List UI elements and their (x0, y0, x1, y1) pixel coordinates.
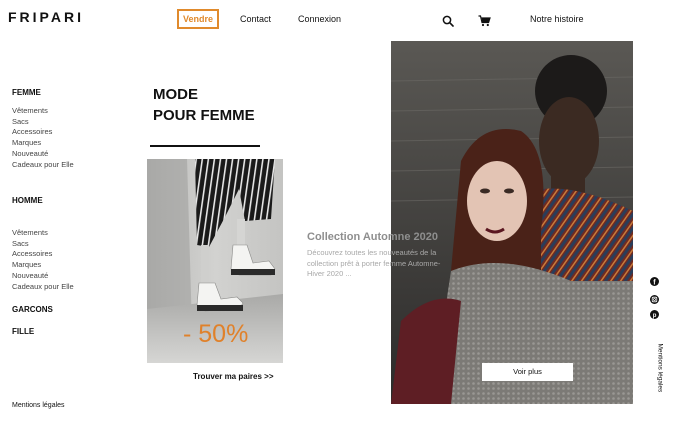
cart-icon[interactable] (478, 14, 491, 27)
nav-vendre-button[interactable]: Vendre (177, 9, 220, 29)
svg-text:f: f (653, 280, 656, 287)
sidebar-item-homme-nouveaute[interactable]: Nouveauté (12, 271, 74, 282)
page-headline: MODE POUR FEMME (153, 84, 255, 126)
headline-line-2: POUR FEMME (153, 107, 255, 124)
sidebar-heading-garcons[interactable]: GARCONS (12, 305, 53, 314)
category-sidebar: FEMME Vêtements Sacs Accessoires Marques… (12, 88, 132, 336)
sidebar-item-femme-sacs[interactable]: Sacs (12, 117, 132, 128)
top-navigation: Vendre Contact Connexion Notre histoire (0, 0, 691, 40)
hero-collection-image (391, 41, 633, 404)
search-icon[interactable] (442, 14, 454, 27)
sidebar-item-homme-cadeaux[interactable]: Cadeaux pour Elle (12, 282, 74, 293)
nav-notre-histoire-link[interactable]: Notre histoire (530, 14, 584, 24)
voir-plus-button[interactable]: Voir plus (482, 363, 573, 381)
nav-connexion-link[interactable]: Connexion (298, 14, 341, 24)
sidebar-item-femme-cadeaux[interactable]: Cadeaux pour Elle (12, 160, 132, 171)
sidebar-item-femme-marques[interactable]: Marques (12, 138, 132, 149)
svg-text:p: p (653, 313, 657, 319)
sidebar-list-femme: Vêtements Sacs Accessoires Marques Nouve… (12, 106, 132, 170)
sidebar-item-homme-sacs[interactable]: Sacs (12, 239, 74, 250)
facebook-icon[interactable]: f (650, 277, 659, 286)
discount-badge: - 50% (183, 320, 249, 348)
sidebar-item-homme-marques[interactable]: Marques (12, 260, 74, 271)
sidebar-item-homme-accessoires[interactable]: Accessoires (12, 249, 74, 260)
sidebar-list-homme: Vêtements Sacs Accessoires Marques Nouve… (12, 228, 74, 292)
sidebar-item-femme-accessoires[interactable]: Accessoires (12, 127, 132, 138)
headline-divider (150, 145, 260, 147)
nav-contact-link[interactable]: Contact (240, 14, 271, 24)
instagram-icon[interactable] (650, 295, 659, 304)
sidebar-heading-femme[interactable]: FEMME (12, 88, 132, 97)
sidebar-item-femme-vetements[interactable]: Vêtements (12, 106, 132, 117)
mentions-legales-link[interactable]: Mentions légales (12, 402, 65, 409)
sidebar-item-homme-vetements[interactable]: Vêtements (12, 228, 74, 239)
sidebar-heading-fille[interactable]: FILLE (12, 327, 34, 336)
collection-description: Découvrez toutes les nouveautés de la co… (307, 248, 441, 278)
mentions-legales-vertical-link[interactable]: Mentions légales (657, 344, 664, 393)
sidebar-item-femme-nouveaute[interactable]: Nouveauté (12, 149, 132, 160)
sidebar-heading-homme[interactable]: HOMME (12, 196, 43, 205)
headline-line-1: MODE (153, 86, 198, 103)
pinterest-icon[interactable]: p (650, 310, 659, 319)
find-shoes-link[interactable]: Trouver ma paires >> (193, 372, 274, 381)
collection-title: Collection Automne 2020 (307, 231, 439, 243)
